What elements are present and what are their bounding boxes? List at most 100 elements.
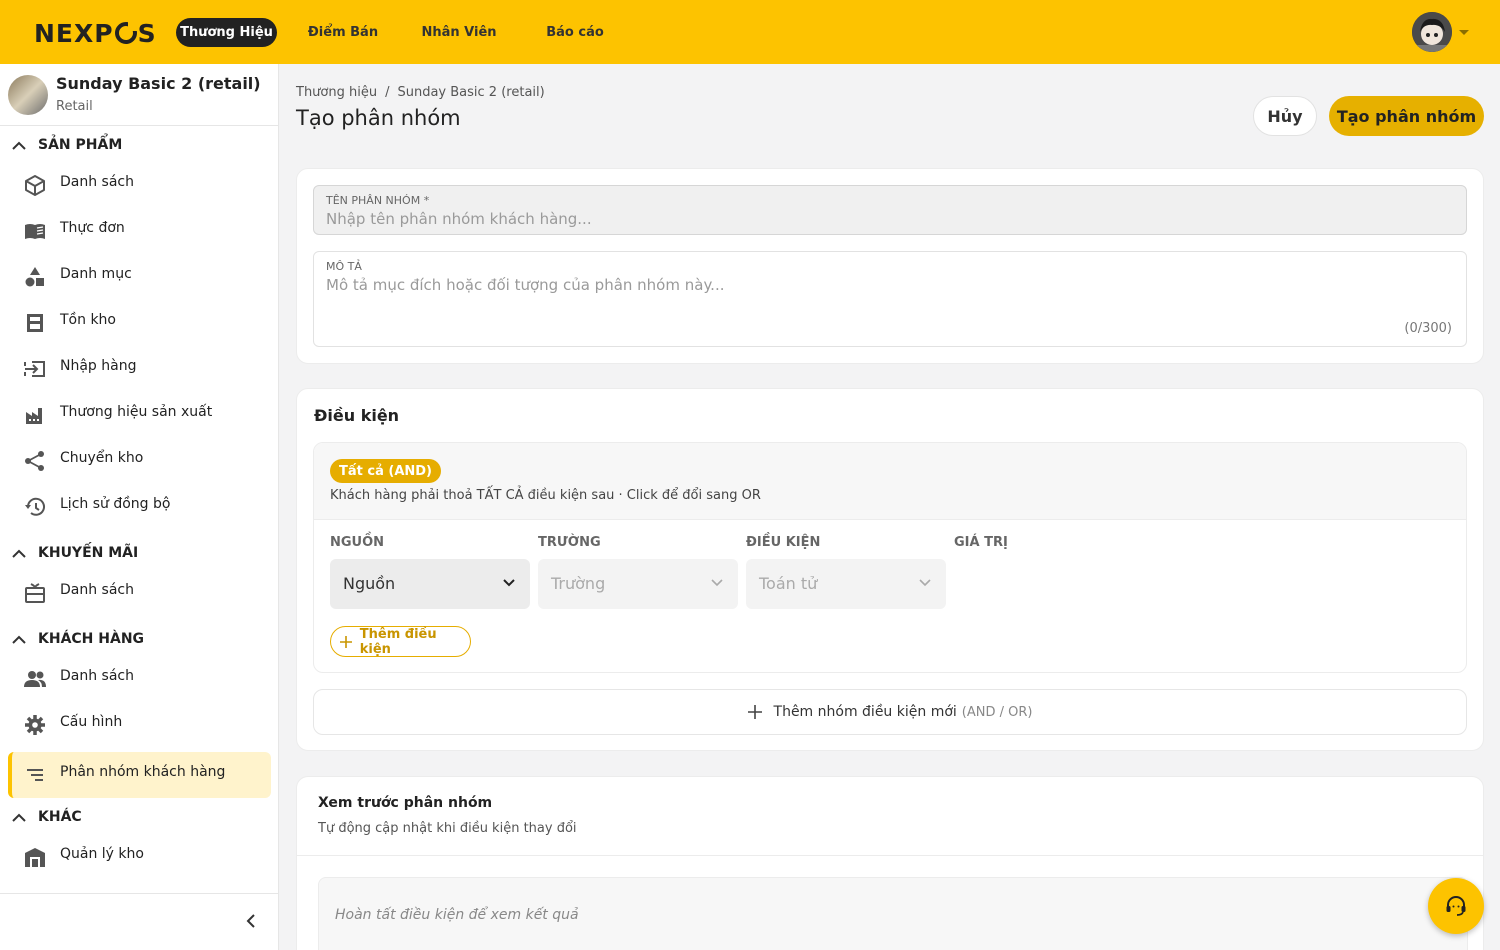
sidebar-item-label: Thương hiệu sản xuất <box>60 404 213 420</box>
cancel-button[interactable]: Hủy <box>1253 96 1317 136</box>
field-placeholder: Mô tả mục đích hoặc đối tượng của phân n… <box>326 276 725 294</box>
column-header-value: GIÁ TRỊ <box>954 535 1008 550</box>
button-hint: (AND / OR) <box>961 704 1033 720</box>
segment-info-card: TÊN PHÂN NHÓM * Nhập tên phân nhóm khách… <box>296 168 1484 364</box>
sidebar-item-label: Thực đơn <box>60 220 125 236</box>
chevron-down-icon <box>919 579 931 587</box>
store-type: Retail <box>56 99 93 114</box>
breadcrumb: Thương hiệu / Sunday Basic 2 (retail) <box>296 85 545 100</box>
sidebar-item-lich-su-dong-bo[interactable]: Lịch sử đồng bộ <box>8 484 271 530</box>
preview-title: Xem trước phân nhóm <box>318 795 493 811</box>
field-select[interactable]: Trường <box>538 559 738 609</box>
sidebar-item-phan-nhom-khach-hang[interactable]: Phân nhóm khách hàng <box>8 752 271 798</box>
sidebar-item-nhap-hang[interactable]: Nhập hàng <box>8 346 271 392</box>
sidebar-item-thuc-don[interactable]: Thực đơn <box>8 208 271 254</box>
sidebar-item-khach-hang-danh-sach[interactable]: Danh sách <box>8 656 271 702</box>
sidebar-item-quan-ly-kho[interactable]: Quản lý kho <box>8 834 271 880</box>
section-san-pham[interactable]: SẢN PHẨM <box>12 134 122 156</box>
source-select[interactable]: Nguồn <box>330 559 530 609</box>
preview-subtitle: Tự động cập nhật khi điều kiện thay đổi <box>318 821 577 836</box>
section-title: KHÁC <box>38 809 82 825</box>
nav-diem-ban[interactable]: Điểm Bán <box>300 18 386 47</box>
sidebar-item-san-pham-danh-sach[interactable]: Danh sách <box>8 162 271 208</box>
store-avatar <box>8 75 48 115</box>
chevron-up-icon <box>12 141 26 150</box>
sidebar-item-ton-kho[interactable]: Tồn kho <box>8 300 271 346</box>
select-value: Nguồn <box>343 574 396 593</box>
sidebar-item-label: Phân nhóm khách hàng <box>60 764 226 780</box>
store-header[interactable]: Sunday Basic 2 (retail) Retail <box>8 74 273 124</box>
chevron-up-icon <box>12 635 26 644</box>
field-label: MÔ TẢ <box>326 260 362 273</box>
char-counter: (0/300) <box>1404 321 1452 336</box>
nav-thuong-hieu[interactable]: Thương Hiệu <box>176 18 277 47</box>
segment-name-field[interactable]: TÊN PHÂN NHÓM * Nhập tên phân nhóm khách… <box>313 185 1467 235</box>
chevron-down-icon <box>503 579 515 587</box>
description-field[interactable]: MÔ TẢ Mô tả mục đích hoặc đối tượng của … <box>313 251 1467 347</box>
breadcrumb-separator: / <box>385 85 390 100</box>
sidebar: Sunday Basic 2 (retail) Retail SẢN PHẨM … <box>0 64 279 950</box>
sidebar-item-danh-muc[interactable]: Danh mục <box>8 254 271 300</box>
menu-book-icon <box>25 224 45 239</box>
nav-nhan-vien[interactable]: Nhân Viên <box>414 18 504 47</box>
preview-result-box: Hoàn tất điều kiện để xem kết quả <box>318 877 1468 950</box>
sidebar-item-thuong-hieu-san-xuat[interactable]: Thương hiệu sản xuất <box>8 392 271 438</box>
nav-bao-cao[interactable]: Báo cáo <box>536 18 614 47</box>
sidebar-item-label: Lịch sử đồng bộ <box>60 496 171 512</box>
field-placeholder: Nhập tên phân nhóm khách hàng... <box>326 210 592 228</box>
preview-card: Xem trước phân nhóm Tự động cập nhật khi… <box>296 776 1484 950</box>
section-title: SẢN PHẨM <box>38 137 123 153</box>
button-label: Thêm điều kiện <box>359 626 437 657</box>
section-khuyen-mai[interactable]: KHUYẾN MÃI <box>12 542 138 564</box>
section-khac[interactable]: KHÁC <box>12 806 82 828</box>
top-bar: NEX P S Thương Hiệu Điểm Bán Nhân Viên Báo… <box>0 0 1500 64</box>
create-segment-button[interactable]: Tạo phân nhóm <box>1329 96 1484 136</box>
chevron-down-icon[interactable] <box>1459 30 1469 36</box>
divider <box>0 125 279 126</box>
breadcrumb-current[interactable]: Sunday Basic 2 (retail) <box>397 85 544 100</box>
cube-icon <box>25 175 45 196</box>
column-header-condition: ĐIỀU KIỆN <box>746 535 821 550</box>
chevron-up-icon <box>12 813 26 822</box>
group-description: Khách hàng phải thoả TẤT CẢ điều kiện sa… <box>330 488 761 503</box>
store-name: Sunday Basic 2 (retail) <box>56 74 261 93</box>
nexpos-logo[interactable]: NEX P S <box>34 19 157 48</box>
add-condition-group-button[interactable]: Thêm nhóm điều kiện mới (AND / OR) <box>313 689 1467 735</box>
sidebar-item-khuyen-mai-danh-sach[interactable]: Danh sách <box>8 570 271 616</box>
collapse-sidebar-icon[interactable] <box>244 914 258 928</box>
gift-card-icon <box>25 583 45 603</box>
warehouse-icon <box>27 314 43 332</box>
gear-icon <box>25 715 45 735</box>
page-title: Tạo phân nhóm <box>296 106 461 130</box>
sidebar-item-chuyen-kho[interactable]: Chuyển kho <box>8 438 271 484</box>
preview-empty-state: Hoàn tất điều kiện để xem kết quả <box>335 907 579 923</box>
divider <box>0 893 279 894</box>
section-khach-hang[interactable]: KHÁCH HÀNG <box>12 628 144 650</box>
select-placeholder: Toán tử <box>759 574 818 593</box>
sidebar-item-label: Tồn kho <box>60 312 116 328</box>
plus-icon <box>747 705 762 719</box>
add-condition-button[interactable]: Thêm điều kiện <box>330 626 471 657</box>
support-chat-button[interactable] <box>1428 878 1484 934</box>
sidebar-item-label: Danh mục <box>60 266 132 282</box>
and-toggle-badge[interactable]: Tất cả (AND) <box>330 459 441 483</box>
sidebar-item-label: Chuyển kho <box>60 450 144 466</box>
sidebar-item-label: Nhập hàng <box>60 358 137 374</box>
sidebar-item-label: Danh sách <box>60 582 134 598</box>
breadcrumb-link[interactable]: Thương hiệu <box>296 85 377 100</box>
select-placeholder: Trường <box>551 574 606 593</box>
column-header-field: TRƯỜNG <box>538 535 601 550</box>
divider <box>297 855 1483 856</box>
share-icon <box>25 451 44 471</box>
operator-select[interactable]: Toán tử <box>746 559 946 609</box>
factory-icon <box>26 408 42 424</box>
column-header-source: NGUỒN <box>330 535 385 550</box>
sidebar-item-cau-hinh[interactable]: Cấu hình <box>8 702 271 748</box>
condition-group-header[interactable]: Tất cả (AND) Khách hàng phải thoả TẤT CẢ… <box>314 443 1466 520</box>
category-icon <box>25 267 44 287</box>
sidebar-item-label: Danh sách <box>60 668 134 684</box>
plus-icon <box>340 635 352 648</box>
section-title: KHUYẾN MÃI <box>38 545 139 561</box>
section-title: KHÁCH HÀNG <box>38 631 145 647</box>
user-avatar[interactable] <box>1412 12 1452 52</box>
